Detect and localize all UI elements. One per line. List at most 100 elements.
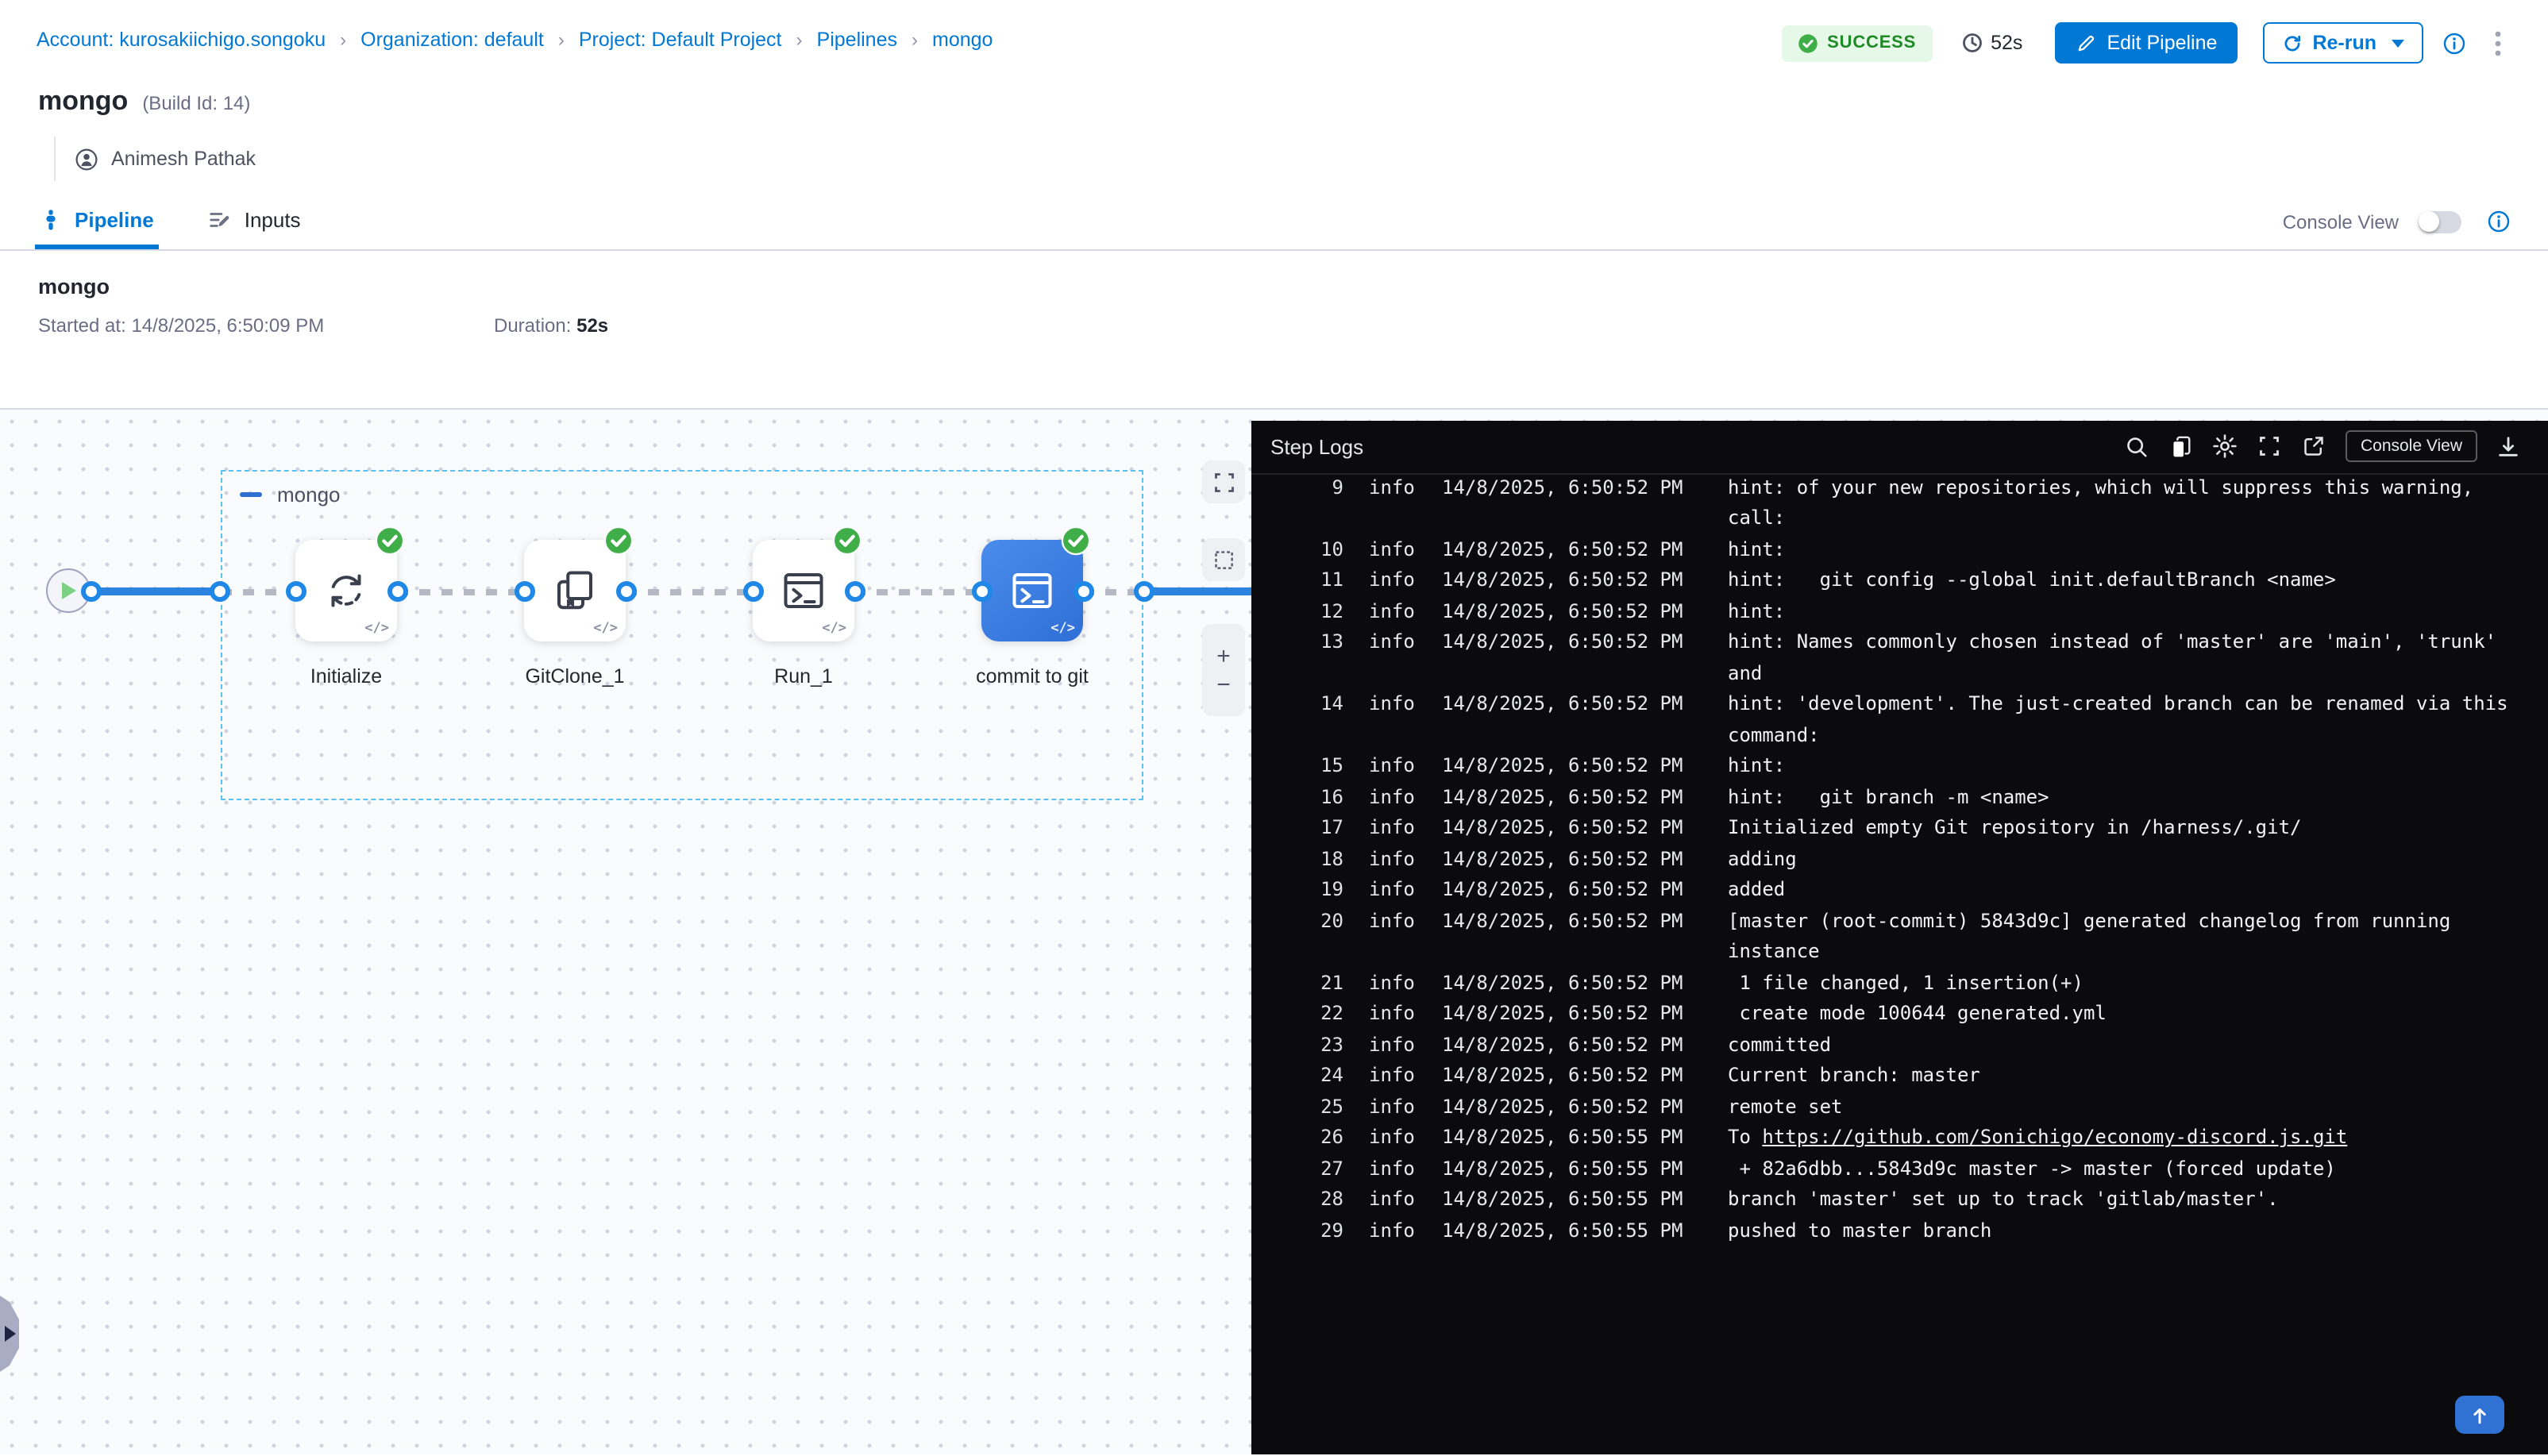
step-logs-panel: Step Logs Console View [1251, 420, 2548, 1454]
connector-dot[interactable] [387, 580, 407, 601]
step-node-run_1[interactable]: </>Run_1 [753, 540, 854, 641]
log-search-icon[interactable] [2116, 427, 2157, 465]
breadcrumb-separator: › [912, 29, 918, 51]
log-line: 23info14/8/2025, 6:50:52 PMcommitted [1251, 1030, 2548, 1061]
log-line: 14info14/8/2025, 6:50:52 PMhint: 'develo… [1251, 689, 2548, 751]
log-message: [master (root-commit) 5843d9c] generated… [1728, 906, 2530, 968]
canvas-fullscreen-button[interactable] [1202, 460, 1245, 503]
breadcrumb-item[interactable]: mongo [932, 29, 993, 51]
author-name: Animesh Pathak [111, 148, 256, 170]
log-fullscreen-icon[interactable] [2249, 427, 2291, 465]
edit-pipeline-button[interactable]: Edit Pipeline [2054, 22, 2238, 64]
page-title: mongo [38, 86, 128, 117]
step-node-label: Run_1 [774, 665, 833, 688]
log-line: 29info14/8/2025, 6:50:55 PMpushed to mas… [1251, 1215, 2548, 1246]
zoom-in-button[interactable]: + [1216, 644, 1231, 668]
connector-dot[interactable] [615, 580, 636, 601]
log-level: info [1369, 875, 1417, 906]
log-line: 24info14/8/2025, 6:50:52 PMCurrent branc… [1251, 1061, 2548, 1092]
tab-pipeline[interactable]: Pipeline [35, 195, 159, 249]
git-clone-icon [551, 567, 599, 614]
canvas-select-button[interactable] [1202, 538, 1245, 581]
log-line-number: 12 [1309, 596, 1343, 627]
log-line: 12info14/8/2025, 6:50:52 PMhint: [1251, 596, 2548, 627]
log-copy-icon[interactable] [2161, 427, 2202, 465]
duration-display: 52s [1960, 32, 2022, 54]
build-id: (Build Id: 14) [142, 92, 250, 114]
expand-sidebar-button[interactable] [0, 1296, 21, 1380]
log-timestamp: 14/8/2025, 6:50:52 PM [1442, 751, 1702, 782]
edge-solid [1143, 587, 1255, 595]
breadcrumb-item[interactable]: Pipelines [817, 29, 897, 51]
log-link[interactable]: https://github.com/Sonichigo/economy-dis… [1762, 1126, 2347, 1148]
canvas-zoom-control: + − [1202, 624, 1245, 716]
log-line-number: 11 [1309, 565, 1343, 596]
log-message: hint: 'development'. The just-created br… [1728, 689, 2530, 751]
log-timestamp: 14/8/2025, 6:50:52 PM [1442, 627, 1702, 689]
log-console-view-button[interactable]: Console View [2346, 430, 2477, 462]
connector-dot[interactable] [285, 580, 306, 601]
log-timestamp: 14/8/2025, 6:50:52 PM [1442, 534, 1702, 565]
breadcrumb-item[interactable]: Organization: default [360, 29, 544, 51]
log-line-number: 18 [1309, 844, 1343, 875]
log-line: 25info14/8/2025, 6:50:52 PMremote set [1251, 1092, 2548, 1123]
connector-dot[interactable] [210, 580, 230, 601]
more-options-icon[interactable] [2494, 29, 2500, 56]
run-duration: Duration: 52s [494, 314, 608, 337]
run-name: mongo [38, 275, 2510, 299]
scroll-to-top-button[interactable] [2454, 1396, 2504, 1434]
log-message: remote set [1728, 1092, 2530, 1123]
log-body: 9info14/8/2025, 6:50:52 PMhint: of your … [1251, 474, 2548, 1246]
log-level: info [1369, 474, 1417, 534]
log-scroll-area[interactable]: 9info14/8/2025, 6:50:52 PMhint: of your … [1251, 474, 2548, 1454]
log-download-icon[interactable] [2488, 427, 2529, 465]
tab-inputs[interactable]: Inputs [203, 195, 306, 249]
zoom-out-button[interactable]: − [1216, 672, 1231, 696]
rerun-button[interactable]: Re-run [2263, 22, 2423, 64]
log-message: adding [1728, 844, 2530, 875]
log-line-number: 24 [1309, 1061, 1343, 1092]
refresh-icon [2282, 33, 2303, 53]
clock-icon [1960, 32, 1983, 54]
log-line-number: 20 [1309, 906, 1343, 968]
connector-dot[interactable] [742, 580, 763, 601]
connector-dot[interactable] [1133, 580, 1154, 601]
connector-dot[interactable] [1073, 580, 1093, 601]
app-root: Account: kurosakiichigo.songoku › Organiza… [0, 0, 2548, 1456]
breadcrumb-item[interactable]: Project: Default Project [579, 29, 782, 51]
connector-dot[interactable] [844, 580, 865, 601]
console-view-label: Console View [2283, 210, 2399, 233]
arrow-up-icon [2469, 1404, 2489, 1425]
marquee-select-icon [1212, 549, 1235, 571]
log-line: 11info14/8/2025, 6:50:52 PMhint: git con… [1251, 565, 2548, 596]
breadcrumb-item[interactable]: Account: kurosakiichigo.songoku [37, 29, 326, 51]
check-circle-icon [1797, 33, 1818, 53]
info-icon[interactable] [2442, 31, 2465, 55]
console-view-toggle[interactable] [2418, 210, 2461, 233]
connector-dot[interactable] [80, 580, 101, 601]
pipeline-canvas[interactable]: mongo </>Initialize</>GitClone_1</>Run_1… [0, 410, 2548, 1454]
log-settings-icon[interactable] [2205, 427, 2246, 465]
connector-dot[interactable] [971, 580, 992, 601]
log-timestamp: 14/8/2025, 6:50:52 PM [1442, 689, 1702, 751]
sync-icon [322, 567, 370, 614]
log-timestamp: 14/8/2025, 6:50:52 PM [1442, 1030, 1702, 1061]
log-open-in-new-icon[interactable] [2294, 427, 2335, 465]
step-node-gitclone_1[interactable]: </>GitClone_1 [524, 540, 626, 641]
collapse-stage-icon[interactable] [239, 492, 261, 497]
step-node-initialize[interactable]: </>Initialize [295, 540, 397, 641]
connector-dot[interactable] [514, 580, 534, 601]
log-line-number: 14 [1309, 689, 1343, 751]
log-timestamp: 14/8/2025, 6:50:55 PM [1442, 1123, 1702, 1154]
log-header: Step Logs Console View [1251, 420, 2548, 474]
log-line-number: 9 [1309, 474, 1343, 534]
terminal-icon [1008, 567, 1056, 614]
toggle-knob [2419, 211, 2439, 232]
step-node-commit-to-git[interactable]: </>commit to git [981, 540, 1083, 641]
log-message: hint: [1728, 596, 2530, 627]
log-level: info [1369, 1215, 1417, 1246]
log-message: Initialized empty Git repository in /har… [1728, 813, 2530, 844]
log-timestamp: 14/8/2025, 6:50:55 PM [1442, 1154, 1702, 1184]
log-level: info [1369, 596, 1417, 627]
console-view-info-icon[interactable] [2486, 210, 2510, 233]
